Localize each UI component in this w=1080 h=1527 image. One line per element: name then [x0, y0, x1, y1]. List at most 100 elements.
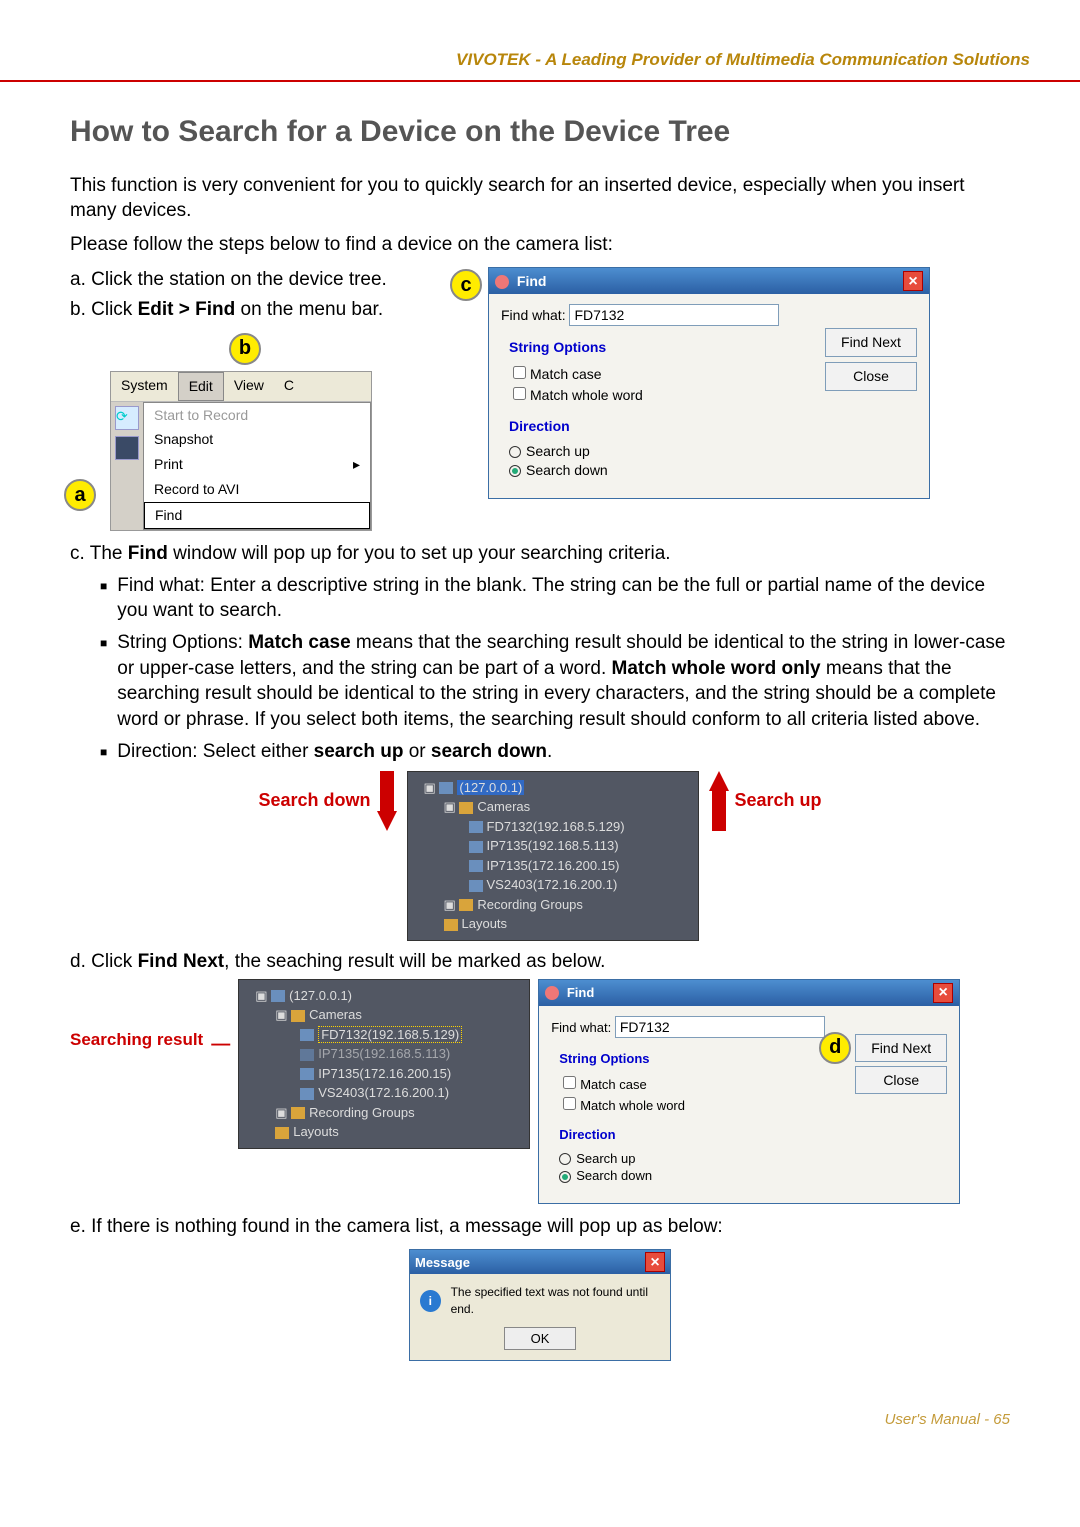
page-footer: User's Manual - 65 — [0, 1401, 1080, 1458]
badge-d: d — [819, 1032, 851, 1064]
badge-a: a — [64, 479, 96, 511]
folder-icon — [275, 1127, 289, 1139]
menu-item-print[interactable]: Print▸ — [144, 452, 370, 477]
edit-menu-dropdown: Start to Record Snapshot Print▸ Record t… — [143, 402, 371, 530]
search-up-label: Search up — [576, 1151, 635, 1166]
tree-item[interactable]: IP7135(192.168.5.113) — [414, 836, 692, 856]
message-title: Message — [415, 1254, 470, 1272]
message-title-bar: Message × — [410, 1250, 670, 1274]
tree-cameras[interactable]: ▣ Cameras — [414, 797, 692, 817]
host-icon — [271, 990, 285, 1002]
tree-item[interactable]: FD7132(192.168.5.129) — [414, 817, 692, 837]
match-case-checkbox[interactable] — [563, 1076, 576, 1089]
match-whole-label: Match whole word — [580, 1098, 685, 1113]
menu-item-start-record[interactable]: Start to Record — [144, 403, 370, 428]
tree-recording-groups[interactable]: ▣ Recording Groups — [245, 1103, 523, 1123]
match-whole-word-checkbox[interactable] — [513, 387, 526, 400]
menu-view[interactable]: View — [224, 372, 274, 401]
find-what-input[interactable] — [615, 1016, 825, 1038]
close-icon[interactable]: × — [933, 983, 953, 1003]
menu-edit[interactable]: Edit — [178, 372, 224, 401]
find-dialog-title: Find — [567, 985, 594, 1000]
camera-icon — [300, 1088, 314, 1100]
search-up-label-red: Search up — [729, 788, 828, 812]
menu-item-find[interactable]: Find — [144, 502, 370, 529]
info-icon: i — [420, 1290, 441, 1312]
close-button[interactable]: Close — [855, 1066, 947, 1095]
bullet-direction: Direction: Select either search up or se… — [100, 739, 1010, 765]
tree-layouts[interactable]: Layouts — [414, 914, 692, 934]
folder-icon — [459, 802, 473, 814]
find-next-button[interactable]: Find Next — [825, 328, 917, 357]
menu-item-snapshot[interactable]: Snapshot — [144, 427, 370, 452]
camera-icon — [469, 880, 483, 892]
tree-recording-groups[interactable]: ▣ Recording Groups — [414, 895, 692, 915]
tree-item[interactable]: VS2403(172.16.200.1) — [414, 875, 692, 895]
step-a: a. Click the station on the device tree. — [70, 267, 420, 293]
folder-icon — [291, 1010, 305, 1022]
camera-icon — [300, 1068, 314, 1080]
badge-b: b — [229, 333, 261, 365]
menu-system[interactable]: System — [111, 372, 178, 401]
match-case-checkbox[interactable] — [513, 366, 526, 379]
find-what-input[interactable] — [569, 304, 779, 326]
camera-icon — [469, 841, 483, 853]
badge-c: c — [450, 269, 482, 301]
toolbar-monitor-icon[interactable] — [115, 436, 139, 460]
match-whole-label: Match whole word — [530, 387, 643, 403]
tree-cameras[interactable]: ▣ Cameras — [245, 1005, 523, 1025]
device-tree: ▣ (127.0.0.1) ▣ Cameras FD7132(192.168.5… — [407, 771, 699, 941]
find-what-label: Find what: — [551, 1019, 611, 1037]
camera-icon — [300, 1029, 314, 1041]
menu-figure: System Edit View C ⟳ Start to Record Sna… — [110, 371, 372, 531]
folder-icon — [444, 919, 458, 931]
tree-item[interactable]: IP7135(172.16.200.15) — [245, 1064, 523, 1084]
page-title: How to Search for a Device on the Device… — [70, 112, 1010, 153]
close-button[interactable]: Close — [825, 362, 917, 391]
result-figure: Searching result — ▣ (127.0.0.1) ▣ Camer… — [70, 979, 1010, 1204]
toolbar-power-icon[interactable]: ⟳ — [115, 406, 139, 430]
find-dialog-title: Find — [517, 273, 547, 289]
arrow-up-icon — [709, 771, 729, 831]
bullet-find-what: Find what: Enter a descriptive string in… — [100, 573, 1010, 624]
find-dialog-title-bar: Find × — [489, 268, 929, 294]
menu-more[interactable]: C — [274, 372, 304, 401]
message-text: The specified text was not found until e… — [451, 1284, 660, 1316]
tree-item[interactable]: IP7135(192.168.5.113) — [245, 1044, 523, 1064]
close-icon[interactable]: × — [645, 1252, 665, 1272]
direction-legend: Direction — [559, 1126, 939, 1144]
find-icon — [545, 986, 559, 1000]
find-dialog-result: Find × Find what: String Options Match c… — [538, 979, 960, 1204]
close-icon[interactable]: × — [903, 271, 923, 291]
tree-item[interactable]: IP7135(172.16.200.15) — [414, 856, 692, 876]
intro-paragraph-1: This function is very convenient for you… — [70, 173, 1010, 224]
find-next-button[interactable]: Find Next — [855, 1034, 947, 1063]
match-whole-word-checkbox[interactable] — [563, 1097, 576, 1110]
header-tagline: VIVOTEK - A Leading Provider of Multimed… — [456, 50, 1030, 69]
search-up-radio[interactable] — [559, 1153, 571, 1165]
tree-item[interactable]: VS2403(172.16.200.1) — [245, 1083, 523, 1103]
tree-root[interactable]: ▣ (127.0.0.1) — [414, 778, 692, 798]
tree-root[interactable]: ▣ (127.0.0.1) — [245, 986, 523, 1006]
tree-item-highlighted[interactable]: FD7132(192.168.5.129) — [245, 1025, 523, 1045]
step-b: b. Click Edit > Find on the menu bar. — [70, 297, 420, 323]
search-down-radio[interactable] — [559, 1171, 571, 1183]
host-icon — [439, 782, 453, 794]
menu-bar: System Edit View C — [111, 372, 371, 402]
step-c: c. The Find window will pop up for you t… — [70, 541, 1010, 567]
find-dialog-title-bar: Find × — [539, 980, 959, 1006]
searching-result-label: Searching result — [70, 1029, 203, 1052]
find-icon — [495, 275, 509, 289]
search-down-label-red: Search down — [252, 788, 376, 812]
find-what-label: Find what: — [501, 306, 566, 325]
folder-icon — [459, 899, 473, 911]
search-down-radio[interactable] — [509, 465, 521, 477]
message-box: Message × i The specified text was not f… — [409, 1249, 671, 1361]
page-header: VIVOTEK - A Leading Provider of Multimed… — [0, 0, 1080, 82]
menu-item-record-avi[interactable]: Record to AVI — [144, 477, 370, 502]
tree-layouts[interactable]: Layouts — [245, 1122, 523, 1142]
arrow-down-icon — [377, 771, 397, 831]
camera-icon — [469, 821, 483, 833]
ok-button[interactable]: OK — [504, 1327, 576, 1351]
search-up-radio[interactable] — [509, 446, 521, 458]
